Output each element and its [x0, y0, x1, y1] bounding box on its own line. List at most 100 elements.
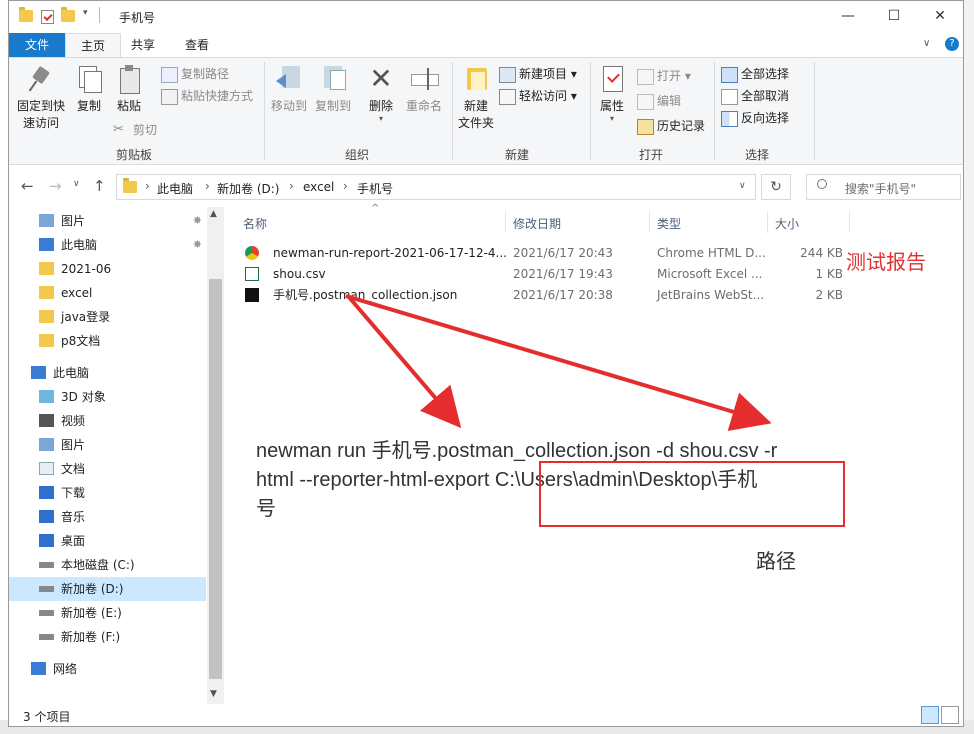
column-divider[interactable] — [849, 211, 850, 233]
file-date: 2021/6/17 19:43 — [513, 267, 613, 281]
scissors-icon: ✂ — [113, 122, 124, 137]
recent-locations-icon[interactable]: ∨ — [73, 179, 80, 189]
easy-access-icon — [499, 89, 516, 105]
collapse-ribbon-icon[interactable]: ∨ — [923, 38, 930, 49]
column-date[interactable]: 修改日期 — [513, 215, 561, 232]
webstorm-json-icon — [245, 288, 259, 302]
tab-share[interactable]: 共享 — [121, 33, 165, 57]
column-type[interactable]: 类型 — [657, 215, 681, 232]
column-divider[interactable] — [505, 211, 506, 233]
move-to-label: 移动到 — [270, 99, 307, 113]
nav-item[interactable]: java登录 — [9, 305, 206, 329]
properties-button[interactable]: 属性 ▾ — [593, 64, 631, 123]
open-button[interactable]: 打开 ▾ — [637, 66, 691, 86]
pin-quick-access-button[interactable]: 固定到快 速访问 — [13, 64, 69, 132]
up-arrow-icon[interactable]: ↑ — [93, 177, 106, 195]
history-label: 历史记录 — [657, 119, 706, 133]
refresh-button[interactable]: ↻ — [761, 174, 791, 200]
nav-item[interactable]: 3D 对象 — [9, 385, 206, 409]
move-to-button[interactable]: 移动到 — [267, 64, 311, 115]
nav-item[interactable]: 图片 — [9, 433, 206, 457]
nav-item[interactable]: 新加卷 (E:) — [9, 601, 206, 625]
tab-home[interactable]: 主页 — [65, 33, 121, 57]
new-folder-quick-icon[interactable] — [61, 7, 75, 22]
paste-button[interactable]: 粘贴 — [111, 64, 147, 115]
nav-item[interactable]: 下载 — [9, 481, 206, 505]
select-all-button[interactable]: 全部选择 — [721, 64, 789, 84]
edit-button[interactable]: 编辑 — [637, 91, 681, 111]
properties-quick-icon[interactable] — [41, 10, 54, 24]
cut-button[interactable]: ✂ 剪切 — [113, 120, 157, 140]
nav-item[interactable]: excel — [9, 281, 206, 305]
chevron-right-icon[interactable]: › — [205, 179, 210, 193]
paste-shortcut-button[interactable]: 粘贴快捷方式 — [161, 86, 253, 106]
address-bar[interactable]: › 此电脑 › 新加卷 (D:) › excel › 手机号 ∨ — [116, 174, 756, 200]
easy-access-button[interactable]: 轻松访问 ▾ — [499, 86, 577, 106]
folder-icon — [39, 262, 54, 275]
chevron-right-icon[interactable]: › — [145, 179, 150, 193]
scroll-down-icon[interactable]: ▼ — [210, 689, 217, 699]
delete-button[interactable]: ✕ 删除 ▾ — [361, 64, 401, 123]
nav-item[interactable]: 此电脑 — [9, 361, 206, 385]
nav-scrollbar-thumb[interactable] — [209, 279, 222, 679]
file-row[interactable]: 手机号.postman_collection.json 2021/6/17 20:… — [243, 285, 843, 306]
nav-item[interactable]: 本地磁盘 (C:) — [9, 553, 206, 577]
address-history-dropdown-icon[interactable]: ∨ — [739, 181, 746, 191]
explorer-window: ▾ 手机号 — ☐ ✕ 文件 主页 共享 查看 ∨ ? 固定到快 速访问 复制 … — [8, 0, 964, 727]
crumb-this-pc[interactable]: 此电脑 — [157, 180, 193, 197]
file-row[interactable]: shou.csv 2021/6/17 19:43 Microsoft Excel .… — [243, 264, 843, 285]
nav-item[interactable]: 视频 — [9, 409, 206, 433]
nav-item-label: 新加卷 (F:) — [61, 630, 121, 644]
nav-item[interactable]: 桌面 — [9, 529, 206, 553]
nav-item[interactable]: 图片 ✸ — [9, 209, 206, 233]
back-arrow-icon[interactable]: ← — [21, 177, 34, 195]
invert-selection-button[interactable]: 反向选择 — [721, 108, 789, 128]
rename-button[interactable]: 重命名 — [401, 64, 447, 115]
history-button[interactable]: 历史记录 — [637, 116, 705, 136]
nav-item[interactable]: 新加卷 (F:) — [9, 625, 206, 649]
title-divider — [99, 7, 100, 23]
forward-arrow-icon[interactable]: → — [49, 177, 62, 195]
crumb-excel[interactable]: excel — [303, 180, 334, 194]
new-item-label: 新建项目 ▾ — [519, 67, 577, 81]
nav-item[interactable]: 音乐 — [9, 505, 206, 529]
new-folder-label-1: 新建 — [463, 99, 488, 113]
search-input[interactable]: 搜索"手机号" — [806, 174, 961, 200]
scroll-up-icon[interactable]: ▲ — [210, 209, 217, 219]
nav-item[interactable]: 此电脑 ✸ — [9, 233, 206, 257]
crumb-current-folder[interactable]: 手机号 — [357, 180, 393, 197]
new-item-icon — [499, 67, 516, 83]
nav-item[interactable]: 文档 — [9, 457, 206, 481]
chevron-right-icon[interactable]: › — [343, 179, 348, 193]
nav-item[interactable]: 新加卷 (D:) — [9, 577, 206, 601]
maximize-button[interactable]: ☐ — [871, 1, 917, 31]
column-size[interactable]: 大小 — [775, 215, 799, 232]
crumb-drive-d[interactable]: 新加卷 (D:) — [217, 180, 279, 197]
file-row[interactable]: newman-run-report-2021-06-17-12-4... 2021… — [243, 243, 843, 264]
column-divider[interactable] — [767, 211, 768, 233]
column-divider[interactable] — [649, 211, 650, 233]
new-item-button[interactable]: 新建项目 ▾ — [499, 64, 577, 84]
tab-file[interactable]: 文件 — [9, 33, 65, 57]
help-icon[interactable]: ? — [945, 37, 959, 51]
nav-item[interactable]: p8文档 — [9, 329, 206, 353]
nav-item[interactable]: 2021-06 — [9, 257, 206, 281]
new-folder-button[interactable]: 新建 文件夹 — [455, 64, 497, 132]
music-icon — [39, 510, 54, 523]
documents-icon — [39, 462, 54, 475]
copy-to-button[interactable]: 复制到 — [311, 64, 355, 115]
tab-view[interactable]: 查看 — [175, 33, 219, 57]
close-button[interactable]: ✕ — [917, 1, 963, 31]
chevron-right-icon[interactable]: › — [289, 179, 294, 193]
minimize-button[interactable]: — — [825, 1, 871, 31]
details-view-icon[interactable] — [921, 706, 939, 724]
copy-button[interactable]: 复制 — [71, 64, 107, 115]
copy-path-button[interactable]: 复制路径 — [161, 64, 229, 84]
customize-quick-access-icon[interactable]: ▾ — [83, 8, 88, 18]
column-name[interactable]: 名称 — [243, 215, 267, 232]
nav-item-label: 音乐 — [61, 510, 86, 524]
select-none-button[interactable]: 全部取消 — [721, 86, 789, 106]
large-icons-view-icon[interactable] — [941, 706, 959, 724]
item-count: 3 个项目 — [23, 710, 71, 724]
nav-item[interactable]: 网络 — [9, 657, 206, 681]
